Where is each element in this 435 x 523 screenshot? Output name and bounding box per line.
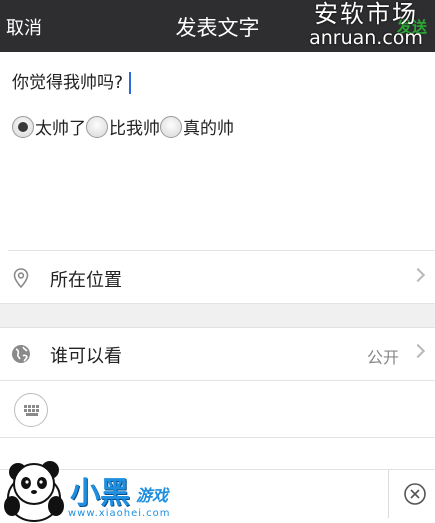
poll-option-label: 太帅了	[35, 119, 86, 139]
divider	[0, 303, 435, 304]
watermark-brand: 安软市场	[314, 0, 418, 28]
watermark-url: anruan.com	[309, 27, 423, 49]
location-label: 所在位置	[50, 270, 122, 291]
text-caret	[129, 72, 132, 94]
keyboard-toggle-button[interactable]	[14, 393, 48, 427]
panda-mascot-icon	[4, 461, 64, 522]
chevron-right-icon	[410, 267, 426, 283]
anruan-watermark: 安软市场 anruan.com	[303, 0, 429, 48]
radio-selected-icon	[12, 115, 34, 138]
logo-url: www.xiaohei.com	[68, 508, 171, 519]
visibility-label: 谁可以看	[50, 346, 122, 367]
poll-option-2[interactable]: 比我帅	[86, 114, 160, 139]
close-circle-icon	[404, 483, 426, 505]
divider	[8, 250, 435, 251]
radio-unselected-icon	[160, 115, 182, 138]
poll-option-label: 比我帅	[109, 119, 160, 139]
poll-options: 太帅了 比我帅 真的帅	[12, 114, 234, 139]
chevron-right-icon	[410, 343, 426, 359]
section-gap	[0, 303, 435, 327]
divider	[0, 380, 435, 381]
keyboard-icon	[24, 405, 39, 416]
xiaohei-watermark-logo: 小黑 游戏 www.xiaohei.com	[0, 452, 195, 523]
visibility-row[interactable]: 谁可以看 公开	[0, 328, 435, 378]
divider	[0, 437, 435, 438]
logo-text: 小黑	[70, 476, 130, 511]
radio-unselected-icon	[86, 115, 108, 138]
location-pin-icon	[13, 268, 29, 289]
globe-icon	[12, 345, 30, 363]
clear-button[interactable]	[388, 470, 435, 518]
top-navigation-bar: 取消 发表文字 发送 安软市场 anruan.com	[0, 0, 435, 52]
poll-option-label: 真的帅	[183, 119, 234, 139]
poll-option-1[interactable]: 太帅了	[12, 114, 86, 139]
compose-text-area[interactable]: 你觉得我帅吗?	[12, 68, 132, 94]
location-row[interactable]: 所在位置	[0, 252, 435, 302]
visibility-value: 公开	[366, 348, 399, 367]
cancel-button[interactable]: 取消	[6, 14, 42, 40]
compose-text: 你觉得我帅吗?	[12, 73, 124, 93]
logo-subtext: 游戏	[136, 486, 169, 505]
poll-option-3[interactable]: 真的帅	[160, 114, 234, 139]
